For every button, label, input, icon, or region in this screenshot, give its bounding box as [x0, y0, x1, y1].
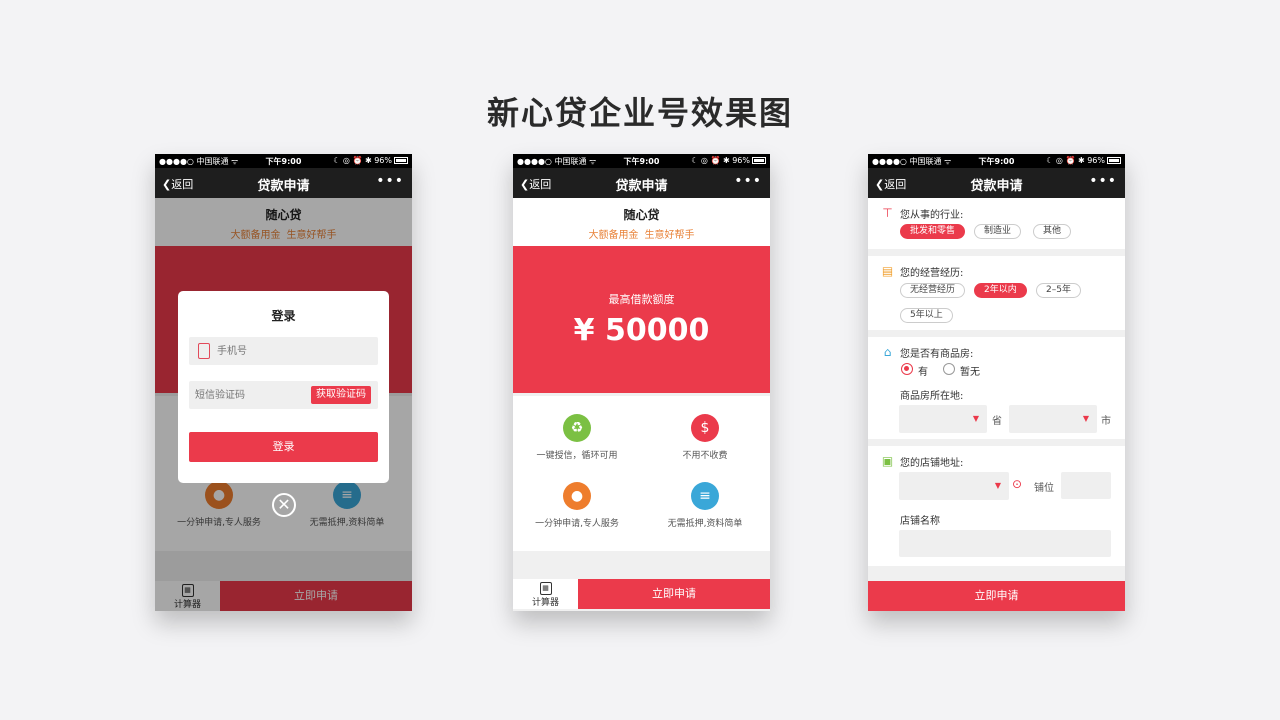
battery-icon	[1107, 157, 1121, 164]
login-modal: 登录 获取验证码 登录	[178, 291, 389, 483]
store-name-input[interactable]	[899, 530, 1111, 557]
property-yes-label: 有	[918, 367, 928, 378]
experience-option[interactable]: 2–5年	[1036, 283, 1081, 298]
chevron-down-icon: ▼	[994, 481, 1001, 490]
feature-text: 一键授信，循环可用	[536, 451, 618, 461]
status-icons: ☾ ◎ ⏰ ✱ 96%	[691, 156, 750, 165]
tagline-2: 生意好帮手	[644, 230, 695, 241]
apply-now-button[interactable]: 立即申请	[868, 581, 1125, 611]
nav-bar: ❮返回 贷款申请 •••	[155, 168, 412, 198]
province-unit: 省	[992, 416, 1002, 427]
calculator-label: 计算器	[531, 598, 559, 608]
status-icons: ☾ ◎ ⏰ ✱ 96%	[333, 156, 392, 165]
mobile-phone-icon	[198, 343, 210, 359]
industry-option[interactable]: 批发和零售	[900, 224, 966, 239]
map-pin-icon[interactable]: ⊙	[1012, 477, 1022, 491]
more-menu-button[interactable]: •••	[734, 173, 762, 189]
nav-bar: ❮返回 贷款申请 •••	[868, 168, 1125, 198]
stall-label: 铺位	[1034, 483, 1054, 494]
login-button[interactable]: 登录	[189, 432, 378, 462]
status-bar: ●●●●○ 中国联通 ᯤ 下午9:00 ☾ ◎ ⏰ ✱ 96%	[155, 154, 412, 168]
close-icon[interactable]: ✕	[272, 493, 296, 517]
more-menu-button[interactable]: •••	[1089, 173, 1117, 189]
store-card: ▣ 您的店铺地址: ▼ ⊙ 铺位 店铺名称	[868, 446, 1125, 566]
property-yes-radio[interactable]	[901, 363, 913, 375]
credit-limit-banner: 最高借款额度 ¥ 50000	[513, 246, 770, 393]
nav-title: 贷款申请	[615, 179, 668, 194]
calculator-button[interactable]: ▦ 计算器	[513, 579, 578, 609]
battery-icon	[752, 157, 766, 164]
features-grid: ♻ 一键授信，循环可用 $ 不用不收费 ● 一分钟申请,专人服务 ≡ 无需抵押,…	[513, 396, 770, 551]
experience-card: ▤ 您的经营经历: 无经营经历 2年以内 2–5年 5年以上	[868, 256, 1125, 330]
calculator-icon: ▦	[539, 582, 552, 595]
property-no-radio[interactable]	[943, 363, 955, 375]
experience-option[interactable]: 5年以上	[900, 308, 953, 323]
max-limit-label: 最高借款额度	[608, 293, 675, 306]
house-icon: ⌂	[883, 345, 892, 359]
tagline-1: 大额备用金	[588, 230, 639, 241]
modal-backdrop-bottom	[155, 581, 412, 611]
province-select[interactable]: ▼	[899, 405, 987, 433]
phone-screen-login: ●●●●○ 中国联通 ᯤ 下午9:00 ☾ ◎ ⏰ ✱ 96% ❮返回 贷款申请…	[155, 154, 412, 611]
property-card: ⌂ 您是否有商品房: 有 暂无 商品房所在地: ▼ 省 ▼ 市	[868, 337, 1125, 439]
shop-icon: ▣	[881, 454, 894, 468]
brand-name: 随心贷	[623, 208, 660, 222]
nav-title: 贷款申请	[970, 179, 1023, 194]
recycle-icon: ♻	[563, 414, 591, 442]
chevron-down-icon: ▼	[972, 414, 979, 423]
nav-bar: ❮返回 贷款申请 •••	[513, 168, 770, 198]
more-menu-button[interactable]: •••	[376, 173, 404, 189]
industry-option[interactable]: 其他	[1033, 224, 1072, 239]
feature-text: 不用不收费	[682, 451, 728, 461]
chevron-down-icon: ▼	[1082, 414, 1089, 423]
status-right: ☾ ◎ ⏰ ✱ 96%	[1046, 156, 1121, 165]
property-label: 您是否有商品房:	[900, 349, 974, 360]
tagline: 大额备用金 生意好帮手	[513, 226, 770, 241]
status-bar: ●●●●○ 中国联通 ᯤ 下午9:00 ☾ ◎ ⏰ ✱ 96%	[868, 154, 1125, 168]
stall-input[interactable]	[1061, 472, 1111, 499]
feature-text: 一分钟申请,专人服务	[535, 519, 619, 529]
feature-item: ● 一分钟申请,专人服务	[513, 482, 641, 529]
status-icons: ☾ ◎ ⏰ ✱ 96%	[1046, 156, 1105, 165]
apply-now-button[interactable]: 立即申请	[578, 579, 770, 609]
max-limit-amount: ¥ 50000	[573, 313, 710, 348]
coin-hand-icon: $	[691, 414, 719, 442]
store-name-label: 店铺名称	[900, 516, 940, 527]
get-code-button[interactable]: 获取验证码	[311, 386, 371, 404]
status-right: ☾ ◎ ⏰ ✱ 96%	[333, 156, 408, 165]
store-address-select[interactable]: ▼	[899, 472, 1009, 500]
experience-option[interactable]: 2年以内	[974, 283, 1027, 298]
industry-option[interactable]: 制造业	[974, 224, 1022, 239]
city-unit: 市	[1101, 416, 1111, 427]
phone-screen-form: ●●●●○ 中国联通 ᯤ 下午9:00 ☾ ◎ ⏰ ✱ 96% ❮返回 贷款申请…	[868, 154, 1125, 611]
signpost-icon: ⊤	[882, 206, 893, 220]
person-icon: ●	[563, 482, 591, 510]
feature-item: ♻ 一键授信，循环可用	[513, 414, 641, 461]
store-address-label: 您的店铺地址:	[900, 458, 964, 469]
page-title: 新心贷企业号效果图	[486, 94, 793, 132]
feature-item: ≡ 无需抵押,资料简单	[641, 482, 769, 529]
feature-text: 无需抵押,资料简单	[667, 519, 743, 529]
experience-label: 您的经营经历:	[900, 268, 964, 279]
nav-title: 贷款申请	[257, 179, 310, 194]
status-right: ☾ ◎ ⏰ ✱ 96%	[691, 156, 766, 165]
industry-card: ⊤ 您从事的行业: 批发和零售 制造业 其他	[868, 198, 1125, 249]
industry-label: 您从事的行业:	[900, 210, 964, 221]
status-bar: ●●●●○ 中国联通 ᯤ 下午9:00 ☾ ◎ ⏰ ✱ 96%	[513, 154, 770, 168]
battery-icon	[394, 157, 408, 164]
phone-number-input[interactable]	[189, 337, 378, 365]
feature-item: $ 不用不收费	[641, 414, 769, 461]
bottom-bar: ▦ 计算器 立即申请	[513, 579, 770, 609]
login-title: 登录	[271, 309, 296, 323]
hero-header: 随心贷 大额备用金 生意好帮手	[513, 198, 770, 246]
property-location-label: 商品房所在地:	[900, 391, 964, 402]
document-icon: ≡	[691, 482, 719, 510]
property-no-label: 暂无	[960, 367, 980, 378]
experience-option[interactable]: 无经营经历	[900, 283, 966, 298]
city-select[interactable]: ▼	[1009, 405, 1097, 433]
phone-screen-loan: ●●●●○ 中国联通 ᯤ 下午9:00 ☾ ◎ ⏰ ✱ 96% ❮返回 贷款申请…	[513, 154, 770, 611]
document-list-icon: ▤	[881, 264, 894, 278]
